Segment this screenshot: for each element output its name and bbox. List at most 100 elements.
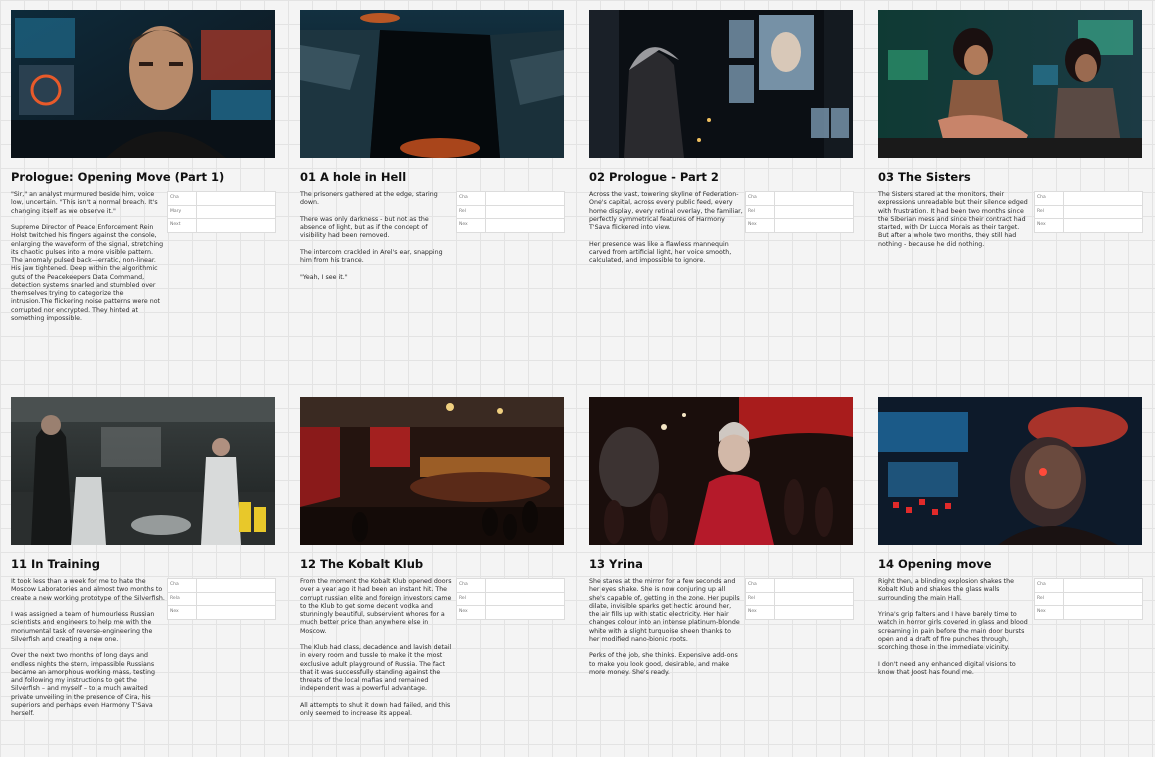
meta-label: Cha [746, 579, 775, 592]
scene-image[interactable] [300, 397, 564, 545]
meta-row[interactable]: Nex [168, 606, 275, 619]
meta-row[interactable]: Rel [746, 592, 853, 606]
meta-value[interactable] [486, 192, 564, 205]
meta-value[interactable] [775, 606, 853, 619]
meta-value[interactable] [1064, 606, 1142, 619]
meta-value[interactable] [1064, 206, 1142, 219]
scene-paragraph: The prisoners gathered at the edge, star… [300, 191, 438, 207]
meta-row[interactable]: Nex [746, 606, 853, 619]
meta-label: Nex [1035, 219, 1064, 232]
meta-table: Cha Rel Nex [456, 191, 565, 233]
scene-text[interactable]: It took less than a week for me to hate … [11, 578, 165, 727]
scene-title[interactable]: 11 In Training [11, 557, 276, 571]
meta-row[interactable]: Cha [1035, 579, 1142, 593]
scene-paragraph: Perks of the job, she thinks. Expensive … [589, 652, 738, 676]
meta-row[interactable]: Nex [457, 219, 564, 232]
meta-row[interactable]: Rel [746, 205, 853, 219]
meta-row[interactable]: Nex [457, 606, 564, 619]
meta-row[interactable]: Rel [457, 205, 564, 219]
scene-text[interactable]: Across the vast, towering skyline of Fed… [589, 191, 743, 274]
meta-row[interactable]: Cha [168, 192, 275, 206]
meta-table: Cha Rel Nex [456, 578, 565, 620]
scene-title[interactable]: 01 A hole in Hell [300, 170, 565, 184]
scene-image[interactable] [878, 397, 1142, 545]
meta-row[interactable]: Cha [457, 579, 564, 593]
meta-row[interactable]: Nex [1035, 219, 1142, 232]
meta-label: Cha [457, 192, 486, 205]
meta-value[interactable] [486, 206, 564, 219]
meta-row[interactable]: Cha [1035, 192, 1142, 206]
meta-row[interactable]: Rel [1035, 592, 1142, 606]
scene-text[interactable]: The prisoners gathered at the edge, star… [300, 191, 454, 290]
scene-title[interactable]: Prologue: Opening Move (Part 1) [11, 170, 276, 184]
meta-row[interactable]: Nex [1035, 606, 1142, 619]
meta-label: Nex [1035, 606, 1064, 619]
scene-image[interactable] [878, 10, 1142, 158]
meta-row[interactable]: Cha [457, 192, 564, 206]
scene-image[interactable] [589, 10, 853, 158]
scene-image[interactable] [11, 397, 275, 545]
scene-text[interactable]: She stares at the mirror for a few secon… [589, 578, 743, 685]
scene-paragraph: All attempts to shut it down had failed,… [300, 701, 451, 717]
scene-text[interactable]: From the moment the Kobalt Klub opened d… [300, 578, 454, 727]
meta-value[interactable] [775, 579, 853, 592]
meta-value[interactable] [1064, 192, 1142, 205]
meta-value[interactable] [775, 192, 853, 205]
meta-value[interactable] [197, 206, 275, 219]
meta-value[interactable] [486, 579, 564, 592]
scene-text[interactable]: The Sisters stared at the monitors, thei… [878, 191, 1032, 257]
meta-label: Cha [168, 192, 197, 205]
meta-value[interactable] [197, 606, 275, 619]
meta-label: Rela [168, 592, 197, 605]
scene-image[interactable] [300, 10, 564, 158]
meta-label: Rel [457, 592, 486, 605]
scene-image[interactable] [11, 10, 275, 158]
meta-value[interactable] [775, 593, 853, 606]
meta-value[interactable] [197, 593, 275, 606]
meta-value[interactable] [1064, 579, 1142, 592]
meta-label: Cha [1035, 192, 1064, 205]
scene-image[interactable] [589, 397, 853, 545]
meta-row[interactable]: Next [168, 219, 275, 232]
meta-row[interactable]: Cha [746, 192, 853, 206]
meta-table: Cha Mary Next [167, 191, 276, 233]
meta-label: Rel [746, 592, 775, 605]
meta-value[interactable] [486, 593, 564, 606]
scene-paragraph: Her presence was like a flawless mannequ… [589, 240, 732, 265]
meta-row[interactable]: Cha [168, 579, 275, 593]
meta-value[interactable] [1064, 593, 1142, 606]
meta-row[interactable]: Cha [746, 579, 853, 593]
scene-paragraph: Right then, a blinding explosion shakes … [878, 578, 1015, 602]
meta-value[interactable] [486, 219, 564, 232]
meta-value[interactable] [1064, 219, 1142, 232]
meta-table: Cha Rel Nex [1034, 578, 1143, 620]
scene-text[interactable]: Right then, a blinding explosion shakes … [878, 578, 1032, 685]
meta-value[interactable] [775, 219, 853, 232]
scene-paragraph: Supreme Director of Peace Enforcement Re… [11, 224, 164, 322]
meta-row[interactable]: Rela [168, 592, 275, 606]
meta-value[interactable] [197, 192, 275, 205]
meta-value[interactable] [486, 606, 564, 619]
meta-label: Nex [746, 606, 775, 619]
meta-table: Cha Rela Nex [167, 578, 276, 620]
scene-title[interactable]: 03 The Sisters [878, 170, 1143, 184]
meta-row[interactable]: Rel [1035, 205, 1142, 219]
scene-title[interactable]: 12 The Kobalt Klub [300, 557, 565, 571]
meta-table: Cha Rel Nex [745, 191, 854, 233]
meta-row[interactable]: Mary [168, 205, 275, 219]
meta-value[interactable] [197, 219, 275, 232]
scene-paragraph: Over the next two months of long days an… [11, 652, 155, 717]
scene-paragraph: I don't need any enhanced digital vision… [878, 660, 1016, 676]
meta-value[interactable] [775, 206, 853, 219]
scene-title[interactable]: 02 Prologue - Part 2 [589, 170, 854, 184]
meta-value[interactable] [197, 579, 275, 592]
scene-paragraph: I was assigned a team of humourless Russ… [11, 611, 155, 643]
scene-title[interactable]: 13 Yrina [589, 557, 854, 571]
meta-label: Cha [457, 579, 486, 592]
scene-title[interactable]: 14 Opening move [878, 557, 1143, 571]
meta-row[interactable]: Rel [457, 592, 564, 606]
scene-text[interactable]: "Sir," an analyst murmured beside him, v… [11, 191, 165, 331]
meta-row[interactable]: Nex [746, 219, 853, 232]
scene-paragraph: "Sir," an analyst murmured beside him, v… [11, 191, 158, 215]
meta-label: Cha [746, 192, 775, 205]
